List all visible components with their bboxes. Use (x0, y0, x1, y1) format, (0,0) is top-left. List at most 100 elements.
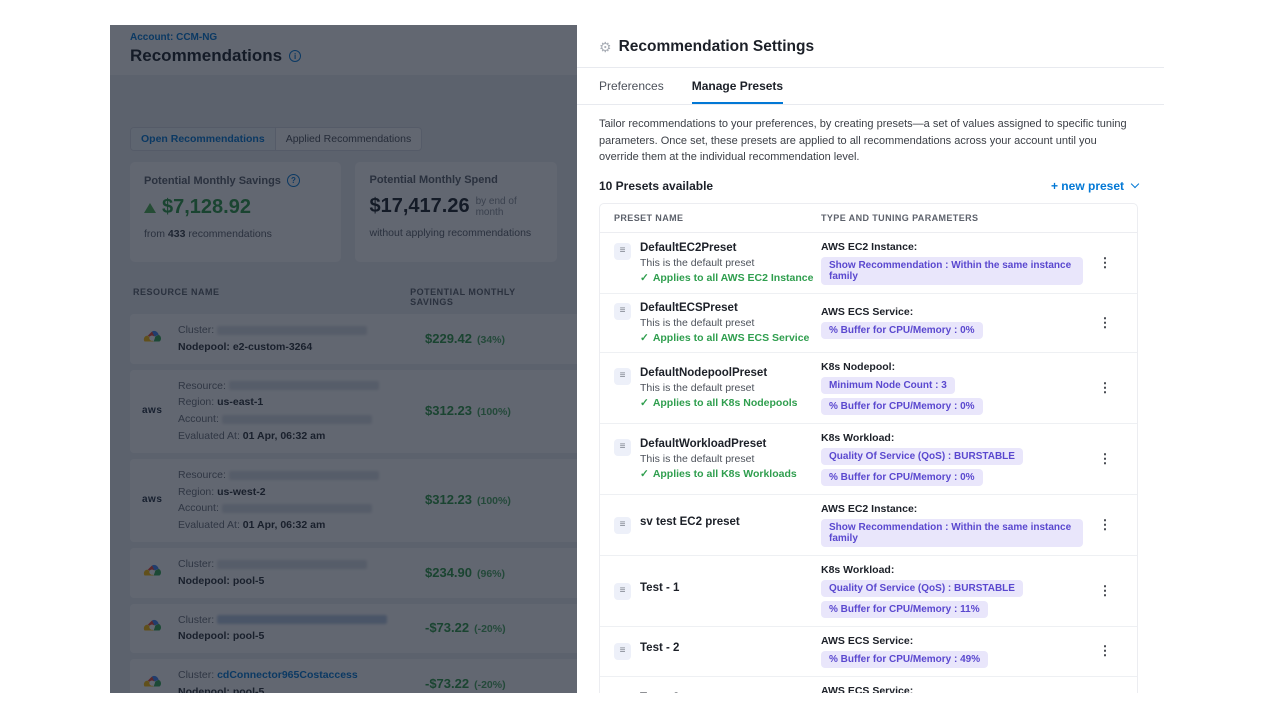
page-header: Account: CCM-NG Recommendations i (110, 25, 577, 75)
resource-detail-line: Cluster: (178, 612, 425, 629)
preset-name-block: Test - 3 (640, 692, 679, 693)
preset-applies: ✓Applies to all K8s Workloads (640, 468, 797, 480)
spend-amount-suffix: by end of month (476, 196, 543, 218)
kebab-menu-button[interactable]: ⋮ (1099, 380, 1112, 395)
preset-type-label: K8s Workload: (821, 432, 1083, 444)
gcp-provider-cell (142, 618, 178, 638)
cluster-link[interactable]: cdConnector965Costaccess (217, 669, 358, 681)
drag-handle-icon[interactable]: ≡ (614, 368, 631, 385)
recommendation-row[interactable]: Cluster: cdConnector965CostaccessNodepoo… (130, 659, 577, 693)
row-actions-cell: ⋮ (1083, 642, 1127, 660)
new-preset-label: + new preset (1051, 179, 1124, 193)
gcp-cloud-icon (142, 563, 162, 583)
kebab-menu-button[interactable]: ⋮ (1099, 315, 1112, 330)
gear-icon: ⚙ (599, 40, 612, 54)
tab-preferences[interactable]: Preferences (599, 79, 664, 104)
column-type-tuning-parameters: TYPE AND TUNING PARAMETERS (821, 213, 978, 223)
savings-amount: $7,128.92 (162, 196, 251, 219)
savings-amount: $312.23 (425, 492, 472, 507)
resource-detail-line: Cluster: (178, 322, 425, 339)
drag-handle-icon[interactable]: ≡ (614, 243, 631, 260)
preset-name: DefaultECSPreset (640, 302, 809, 314)
preset-row[interactable]: ≡ DefaultWorkloadPresetThis is the defaul… (600, 424, 1137, 495)
preset-row[interactable]: ≡Test - 1K8s Workload:Quality Of Service… (600, 556, 1137, 627)
help-icon[interactable]: ? (287, 174, 300, 187)
resource-detail-line: Nodepool: pool-5 (178, 684, 425, 693)
redacted-value (217, 560, 367, 569)
preset-row[interactable]: ≡sv test EC2 presetAWS EC2 Instance:Show… (600, 495, 1137, 556)
resource-detail-line: Evaluated At: 01 Apr, 06:32 am (178, 517, 425, 534)
preset-name: sv test EC2 preset (640, 516, 740, 528)
recommendation-row[interactable]: Cluster: Nodepool: e2-custom-3264$229.42… (130, 314, 577, 364)
resource-detail-line: Nodepool: pool-5 (178, 573, 425, 590)
tab-open-recommendations[interactable]: Open Recommendations (131, 128, 275, 150)
resource-details: Cluster: Nodepool: pool-5 (178, 556, 425, 590)
redacted-value (222, 504, 372, 513)
resource-details: Cluster: cdConnector965CostaccessNodepoo… (178, 667, 425, 693)
row-actions-cell: ⋮ (1083, 582, 1127, 600)
info-icon[interactable]: i (289, 50, 301, 62)
kebab-menu-button[interactable]: ⋮ (1099, 583, 1112, 598)
drag-handle-icon[interactable]: ≡ (614, 303, 631, 320)
drag-handle-icon[interactable]: ≡ (614, 643, 631, 660)
preset-applies: ✓Applies to all AWS ECS Service (640, 332, 809, 344)
recommendation-row[interactable]: Cluster: Nodepool: pool-5$234.90(96%) (130, 548, 577, 598)
detail-value: pool-5 (233, 575, 265, 587)
preset-name-cell: ≡Test - 3 (614, 692, 821, 693)
recommendation-row[interactable]: awsResource: Region: us-east-1Account: E… (130, 370, 577, 453)
preset-name-block: DefaultWorkloadPresetThis is the default… (640, 438, 797, 480)
preset-name-cell: ≡Test - 1 (614, 582, 821, 600)
account-breadcrumb[interactable]: Account: CCM-NG (130, 32, 557, 43)
presets-table: PRESET NAME TYPE AND TUNING PARAMETERS ≡… (599, 203, 1138, 694)
aws-icon: aws (142, 495, 162, 505)
preset-name-cell: ≡ Test - 2 (614, 642, 821, 660)
preset-row[interactable]: ≡Test - 3AWS ECS Service:% Buffer for CP… (600, 677, 1137, 694)
tuning-chip: % Buffer for CPU/Memory : 11% (821, 601, 988, 618)
preset-row[interactable]: ≡DefaultECSPresetThis is the default pre… (600, 294, 1137, 353)
preset-name-block: Test - 2 (640, 642, 679, 654)
preset-row[interactable]: ≡DefaultEC2PresetThis is the default pre… (600, 233, 1137, 294)
gcp-cloud-icon (142, 674, 162, 693)
check-icon: ✓ (640, 397, 649, 409)
kebab-menu-button[interactable]: ⋮ (1099, 643, 1112, 658)
column-preset-name: PRESET NAME (614, 213, 821, 223)
preset-type-label: AWS ECS Service: (821, 635, 1083, 647)
settings-title: Recommendation Settings (619, 38, 815, 56)
resource-detail-line: Cluster: cdConnector965Costaccess (178, 667, 425, 684)
preset-type-label: AWS ECS Service: (821, 306, 1083, 318)
settings-tabs: Preferences Manage Presets (599, 68, 1138, 104)
resource-detail-line: Region: us-west-2 (178, 484, 425, 501)
savings-amount: -$73.22 (425, 676, 469, 691)
recommendation-row[interactable]: awsResource: Region: us-west-2Account: E… (130, 459, 577, 542)
drag-handle-icon[interactable]: ≡ (614, 439, 631, 456)
row-actions-cell: ⋮ (1083, 692, 1127, 693)
kebab-menu-button[interactable]: ⋮ (1099, 517, 1112, 532)
savings-percent: (100%) (477, 495, 511, 507)
preset-name: DefaultNodepoolPreset (640, 367, 798, 379)
savings-percent: (34%) (477, 334, 505, 346)
recommendation-row[interactable]: Cluster: Nodepool: pool-5-$73.22(-20%) (130, 604, 577, 654)
detail-label: Region: (178, 396, 217, 408)
recommendation-settings-drawer: ⚙ Recommendation Settings Preferences Ma… (577, 25, 1164, 693)
kebab-menu-button[interactable]: ⋮ (1099, 255, 1112, 270)
preset-type-cell: AWS ECS Service:% Buffer for CPU/Memory … (821, 306, 1083, 339)
new-preset-button[interactable]: + new preset (1051, 179, 1138, 193)
tab-manage-presets[interactable]: Manage Presets (692, 79, 783, 104)
preset-row[interactable]: ≡DefaultNodepoolPresetThis is the defaul… (600, 353, 1137, 424)
redacted-value (229, 381, 379, 390)
preset-name: DefaultEC2Preset (640, 242, 813, 254)
kebab-menu-button[interactable]: ⋮ (1099, 451, 1112, 466)
detail-value: 01 Apr, 06:32 am (243, 430, 326, 442)
spend-card-label: Potential Monthly Spend (369, 174, 497, 186)
drag-handle-icon[interactable]: ≡ (614, 583, 631, 600)
gcp-cloud-icon (142, 618, 162, 638)
page-title: Recommendations (130, 46, 282, 66)
preset-name-cell: ≡DefaultNodepoolPresetThis is the defaul… (614, 367, 821, 409)
savings-amount: $229.42 (425, 331, 472, 346)
preset-row[interactable]: ≡Test - 2AWS ECS Service:% Buffer for CP… (600, 627, 1137, 677)
recommendations-list: Cluster: Nodepool: e2-custom-3264$229.42… (130, 314, 557, 693)
drag-handle-icon[interactable]: ≡ (614, 517, 631, 534)
detail-label: Account: (178, 502, 222, 514)
savings-triangle-icon (144, 203, 156, 213)
tab-applied-recommendations[interactable]: Applied Recommendations (275, 128, 422, 150)
